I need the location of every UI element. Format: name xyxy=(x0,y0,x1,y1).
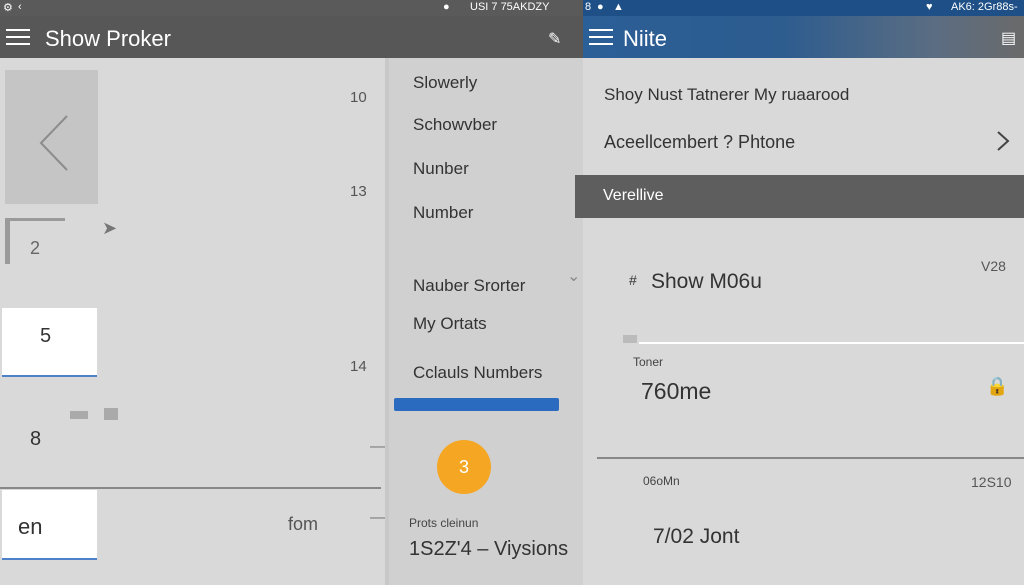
menu-icon[interactable] xyxy=(6,29,30,47)
status-text-left: USI 7 75AKDZY xyxy=(470,1,550,13)
list-item[interactable]: Nunber xyxy=(413,159,469,179)
sub-number: 12S10 xyxy=(971,474,1012,490)
list-item[interactable]: Aceellcembert ? Phtone xyxy=(604,132,795,153)
list-item[interactable]: Cclauls Numbers xyxy=(413,363,542,383)
number-label: 10 xyxy=(350,89,367,106)
indicator xyxy=(70,411,88,419)
chevron-left-icon xyxy=(39,115,68,171)
from-label: fom xyxy=(288,514,319,534)
circle-icon: ● xyxy=(597,1,604,13)
number-label: 14 xyxy=(350,358,367,375)
settings-icon: ⚙ xyxy=(3,2,13,14)
pane-left: 10 13 14 — — 2 ➤ 5 8 en fom xyxy=(0,58,386,585)
sub-value: 7/02 Jont xyxy=(653,525,740,548)
footer-value: 1S2Z'4 – Viysions xyxy=(409,538,569,560)
dash-icon: — xyxy=(370,509,386,526)
card-en[interactable]: en xyxy=(2,490,97,560)
indicator xyxy=(104,408,118,420)
list-item[interactable]: Nauber Srorter xyxy=(413,276,525,296)
number-label: 13 xyxy=(350,183,367,200)
section-value: V28 xyxy=(981,258,1006,274)
card-value: en xyxy=(18,514,43,539)
pointer-icon: ➤ xyxy=(102,218,118,238)
pane-middle: Slowerly Schowvber Nunber Number Nauber … xyxy=(385,58,583,585)
dot-icon: ● xyxy=(443,1,450,13)
list-item[interactable]: Shoy Nust Tatnerer My ruaarood xyxy=(604,85,849,105)
selected-row[interactable]: Verellive xyxy=(575,175,1024,218)
tile-number: 2 xyxy=(30,238,41,258)
back-button[interactable] xyxy=(5,70,98,204)
card-value: 8 xyxy=(30,428,42,450)
chevron-left-icon: ‹ xyxy=(18,1,22,13)
indicator xyxy=(623,335,637,343)
card-5[interactable]: 5 xyxy=(2,308,97,377)
chevron-right-icon[interactable] xyxy=(995,129,1011,153)
badge[interactable]: 3 xyxy=(437,440,491,494)
section-title: Show M06u xyxy=(651,270,762,293)
status-bar-left: ⚙ ‹ ● USI 7 75AKDZY xyxy=(0,0,583,16)
divider xyxy=(639,342,1024,344)
divider xyxy=(597,457,1024,459)
chevron-down-icon[interactable]: ⌄ xyxy=(567,266,580,286)
window-title-left: Show Proker xyxy=(45,26,171,51)
window-title-right: Niite xyxy=(623,26,668,51)
menu-icon-right[interactable] xyxy=(589,29,613,47)
card-value: 5 xyxy=(40,325,52,347)
status-text-right: AK6: 2Gr88s- xyxy=(951,1,1018,13)
list-item[interactable]: Schowvber xyxy=(413,115,497,135)
signal-icon: ▲ xyxy=(613,1,624,13)
heart-icon: ♥ xyxy=(926,1,933,13)
dash-icon: — xyxy=(370,438,386,455)
list-item[interactable]: My Ortats xyxy=(413,314,487,334)
selected-row-label: Verellive xyxy=(603,187,664,204)
edit-icon[interactable]: ✎ xyxy=(548,29,561,49)
footer-label: Prots cleinun xyxy=(409,516,479,530)
field-label: Toner xyxy=(633,355,664,369)
toolbar-left: Show Proker ✎ xyxy=(0,16,583,58)
divider xyxy=(0,487,381,489)
progress-bar xyxy=(394,398,559,411)
sub-label: 06oMn xyxy=(643,474,680,488)
status-icons: 8 xyxy=(585,1,592,13)
list-item[interactable]: Number xyxy=(413,203,473,223)
lock-icon[interactable]: 🔒 xyxy=(986,376,1008,397)
toolbar-right: Niite ▤ xyxy=(583,16,1024,58)
hash-icon: # xyxy=(629,272,637,288)
list-item[interactable]: Slowerly xyxy=(413,73,477,93)
more-icon[interactable]: ▤ xyxy=(1001,28,1016,48)
status-bar-right: 8 ● ▲ ♥ AK6: 2Gr88s- xyxy=(583,0,1024,16)
field-value[interactable]: 760me xyxy=(641,378,711,405)
pane-right: Shoy Nust Tatnerer My ruaarood Aceellcem… xyxy=(575,58,1024,585)
